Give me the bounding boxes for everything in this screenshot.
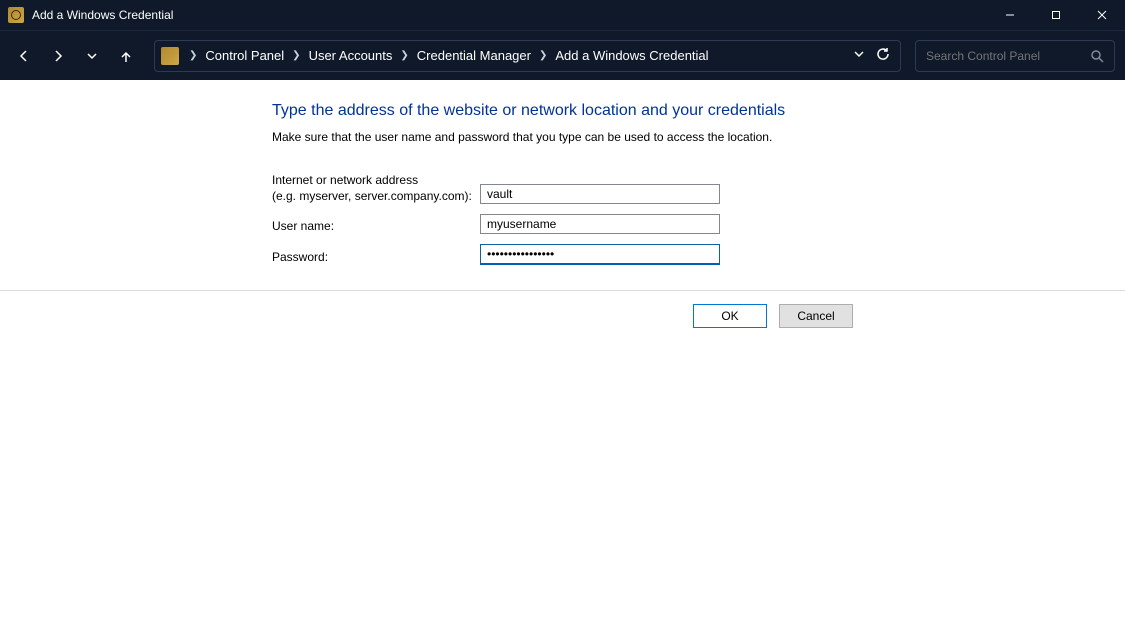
separator [0,290,1125,291]
navbar: ❯ Control Panel ❯ User Accounts ❯ Creden… [0,30,1125,80]
username-input[interactable] [480,214,720,234]
cancel-button[interactable]: Cancel [779,304,853,328]
breadcrumb-user-accounts[interactable]: User Accounts [305,46,397,65]
forward-button[interactable] [44,42,72,70]
search-input[interactable] [926,49,1090,63]
username-row: User name: [272,214,1125,234]
recent-dropdown[interactable] [78,42,106,70]
titlebar: Add a Windows Credential [0,0,1125,30]
address-row: Internet or network address (e.g. myserv… [272,172,1125,204]
app-icon [8,7,24,23]
breadcrumb-credential-manager[interactable]: Credential Manager [413,46,535,65]
password-input[interactable] [480,244,720,265]
back-button[interactable] [10,42,38,70]
page-subtext: Make sure that the user name and passwor… [272,130,1125,144]
search-icon [1090,49,1104,63]
minimize-button[interactable] [987,0,1033,30]
up-button[interactable] [112,42,140,70]
address-label-line2: (e.g. myserver, server.company.com): [272,189,472,203]
address-label: Internet or network address (e.g. myserv… [272,172,480,204]
window-controls [987,0,1125,30]
content-area: Type the address of the website or netwo… [0,80,1125,634]
address-input[interactable] [480,184,720,204]
password-label: Password: [272,249,480,265]
chevron-right-icon: ❯ [400,50,408,61]
close-button[interactable] [1079,0,1125,30]
username-label: User name: [272,218,480,234]
ok-button[interactable]: OK [693,304,767,328]
refresh-button[interactable] [876,47,890,64]
maximize-button[interactable] [1033,0,1079,30]
address-label-line1: Internet or network address [272,173,418,187]
breadcrumb-control-panel[interactable]: Control Panel [201,46,288,65]
page-heading: Type the address of the website or netwo… [272,102,1125,120]
address-bar[interactable]: ❯ Control Panel ❯ User Accounts ❯ Creden… [154,40,901,72]
search-box[interactable] [915,40,1115,72]
button-row: OK Cancel [693,304,853,328]
window-title: Add a Windows Credential [32,8,173,22]
chevron-right-icon: ❯ [189,50,197,61]
chevron-right-icon: ❯ [292,50,300,61]
control-panel-icon [161,47,179,65]
chevron-right-icon: ❯ [539,50,547,61]
address-dropdown-button[interactable] [852,47,866,64]
password-row: Password: [272,244,1125,265]
breadcrumb-current[interactable]: Add a Windows Credential [551,46,712,65]
